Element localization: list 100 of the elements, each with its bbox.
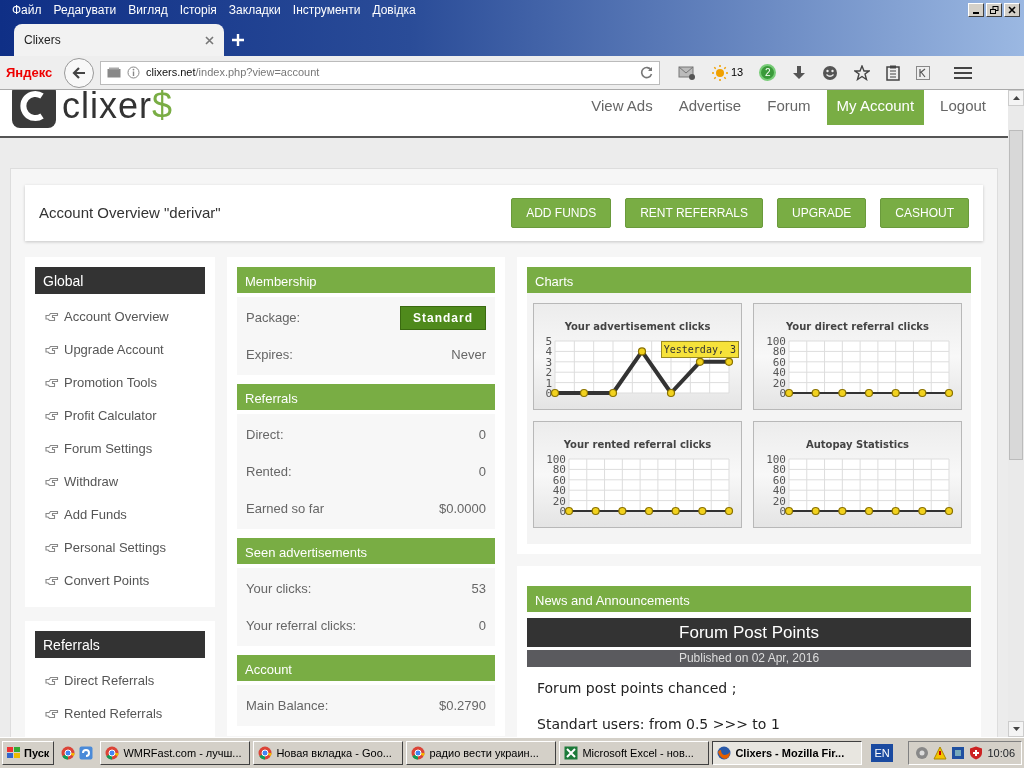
reload-icon[interactable] [640,66,653,79]
data-point[interactable] [666,388,676,398]
restore-button[interactable] [986,3,1002,17]
sidebar-link[interactable]: Direct Referrals [35,664,205,697]
taskbar-button[interactable]: Новая вкладка - Goo... [253,741,404,765]
page-icon [107,67,121,78]
menu-item[interactable]: Довідка [366,1,422,19]
start-button[interactable]: Пуск [2,741,55,765]
data-point[interactable] [784,506,794,516]
logo-icon[interactable] [12,90,56,128]
taskbar-button[interactable]: Clixers - Mozilla Fir... [712,741,863,765]
taskbar-button[interactable]: WMRFast.com - лучш... [100,741,251,765]
new-tab-icon[interactable] [232,34,244,46]
browser-icon[interactable] [79,746,94,760]
notification-badge[interactable]: 2 [759,64,777,81]
data-point[interactable] [591,506,600,516]
language-indicator[interactable]: EN [871,743,893,763]
download-icon[interactable] [792,65,807,80]
sidebar-link[interactable]: Convert Points [35,564,205,597]
sidebar-link[interactable]: Withdraw [35,465,205,498]
data-point[interactable] [811,388,820,398]
menu-icon[interactable] [954,65,973,80]
data-point[interactable] [618,506,627,516]
data-point[interactable] [838,506,847,516]
logo-text[interactable]: clixer$ [62,90,174,124]
sidebar-link[interactable]: Account Overview [35,300,205,333]
menu-item[interactable]: Файл [6,1,48,19]
taskbar-button[interactable]: Microsoft Excel - нов... [559,741,710,765]
scroll-down-button[interactable] [1008,721,1024,737]
stat-value: Never [451,345,486,364]
data-point[interactable] [891,506,900,516]
data-point[interactable] [550,388,560,398]
smiley-icon[interactable] [822,64,839,81]
data-point[interactable] [671,506,680,516]
data-point[interactable] [864,388,874,398]
data-point[interactable] [724,357,734,366]
scroll-up-button[interactable] [1008,90,1024,106]
pointing-hand-icon [45,476,59,487]
data-point[interactable] [608,388,618,398]
pointing-hand-icon [45,708,59,719]
clipboard-icon[interactable] [886,64,901,81]
info-icon[interactable] [127,66,140,79]
chrome-icon [411,746,426,760]
nav-link[interactable]: Logout [930,90,996,126]
stat-label: Your clicks: [246,579,312,598]
data-point[interactable] [811,506,820,516]
back-button[interactable] [64,57,94,88]
pointing-hand-icon [45,377,59,388]
section-heading: Seen advertisements [237,538,495,564]
stat-value: 53 [471,579,486,598]
bookmark-k-icon[interactable] [916,65,931,80]
nav-link[interactable]: View Ads [581,90,663,126]
data-point[interactable] [864,506,874,516]
chart-title: Your rented referral clicks [562,439,713,451]
data-point[interactable] [579,388,589,398]
sidebar-link[interactable]: Promotion Tools [35,366,205,399]
sidebar-link[interactable]: Profit Calculator [35,399,205,432]
sidebar-link[interactable]: Upgrade Account [35,333,205,366]
weather-button[interactable]: 13 [712,64,744,81]
data-point[interactable] [695,357,705,366]
axis-tick-label: 0 [545,387,552,400]
mail-icon[interactable] [678,65,696,80]
nav-link[interactable]: Advertise [668,90,752,126]
shield-icon[interactable] [969,746,984,760]
address-bar[interactable]: clixers.net/index.php?view=account [100,60,660,85]
sidebar-link[interactable]: Rented Referrals [35,697,205,730]
yandex-logo[interactable]: Яндекс [6,62,58,83]
data-point[interactable] [698,506,707,516]
menu-item[interactable]: Вигляд [122,1,174,19]
menu-item[interactable]: Закладки [222,1,287,19]
browser-tab[interactable]: Clixers [14,24,224,56]
data-point[interactable] [918,388,927,398]
data-point[interactable] [891,388,900,398]
stat-value: $0.2790 [439,696,486,715]
close-icon[interactable] [205,35,214,45]
data-point[interactable] [644,506,654,516]
taskbar-button[interactable]: радио вести украин... [406,741,557,765]
sidebar-link[interactable]: Forum Settings [35,432,205,465]
pointing-hand-icon [45,344,59,355]
scrollbar-thumb[interactable] [1009,130,1023,460]
data-point[interactable] [918,506,927,516]
data-point[interactable] [784,388,794,398]
network-icon[interactable] [951,746,966,760]
star-icon[interactable] [854,64,871,81]
data-point[interactable] [838,388,847,398]
chrome-icon[interactable] [61,746,76,760]
data-point[interactable] [637,347,647,356]
close-button[interactable] [1004,3,1020,17]
sidebar-link[interactable]: Add Funds [35,498,205,531]
data-point[interactable] [564,506,574,516]
warning-icon[interactable] [933,746,948,760]
minimize-button[interactable] [968,3,984,17]
stat-label: Rented: [246,462,292,481]
menu-item[interactable]: Інструменти [286,1,367,19]
sidebar-link[interactable]: Personal Settings [35,531,205,564]
stat-value: 0 [478,616,486,635]
menu-item[interactable]: Редагувати [47,1,123,19]
nav-link[interactable]: Forum [757,90,821,126]
stat-value: 0 [478,462,486,481]
menu-item[interactable]: Історія [173,1,223,19]
